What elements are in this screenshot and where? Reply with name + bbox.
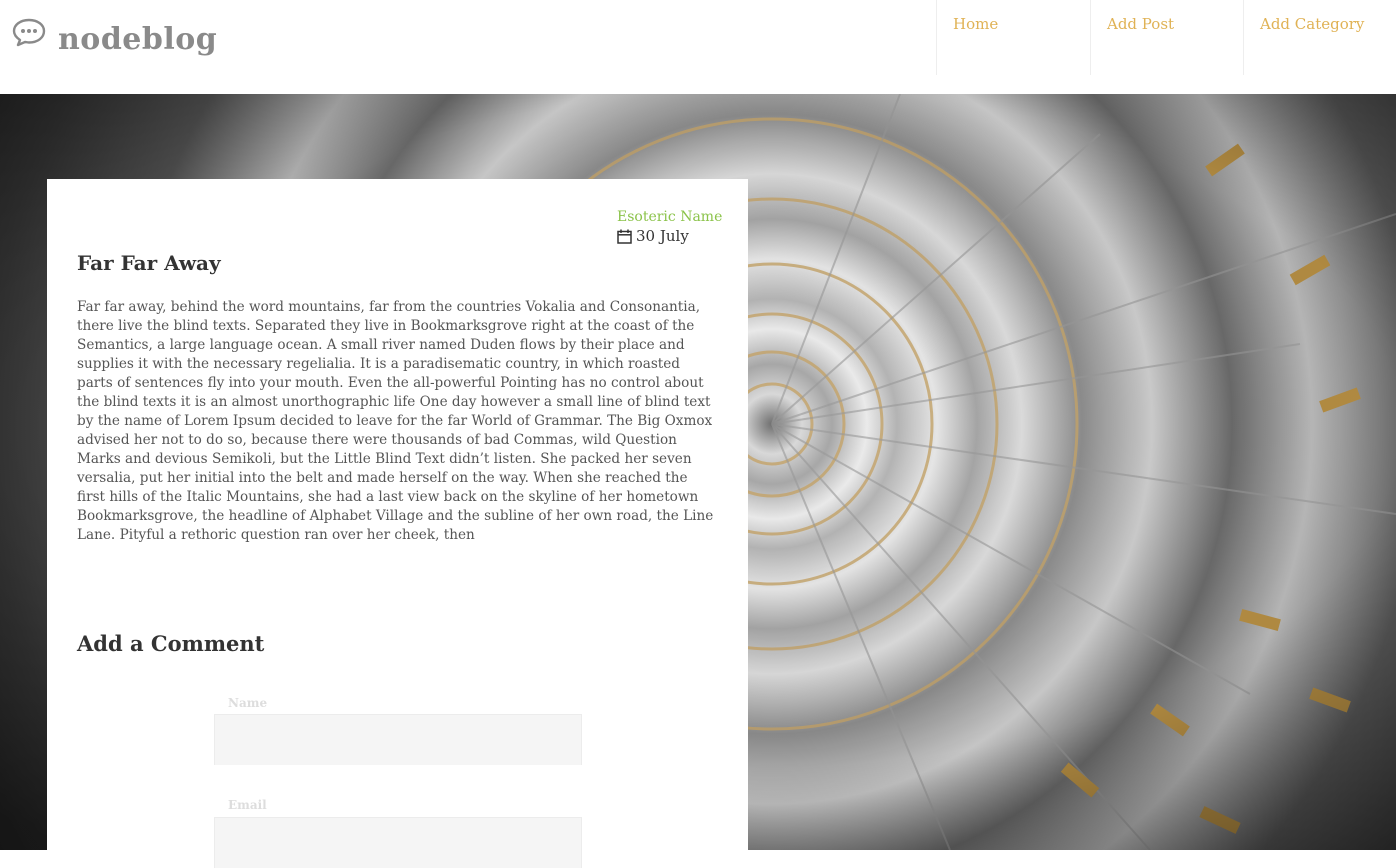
comment-form-heading: Add a Comment [77,631,265,656]
calendar-icon [617,229,632,244]
post-body: Far far away, behind the word mountains,… [77,299,714,543]
post-date-text: 30 July [636,227,689,245]
nav-item-home[interactable]: Home [936,0,1090,75]
site-header: nodeblog Home Add Post Add Category [0,0,1396,94]
post-date: 30 July [617,227,722,245]
post-card: Esoteric Name 30 July Far Far Away Far f… [47,179,748,868]
email-label: Email [228,798,267,812]
name-input[interactable] [214,714,582,765]
speech-bubble-icon[interactable] [12,17,46,47]
email-input[interactable] [214,817,582,868]
nav-item-add-post[interactable]: Add Post [1090,0,1243,75]
post-meta: Esoteric Name 30 July [617,209,722,245]
nav-item-add-category[interactable]: Add Category [1243,0,1396,75]
name-label: Name [228,696,268,710]
post-title: Far Far Away [77,251,221,275]
post-author-link[interactable]: Esoteric Name [617,209,722,225]
main-nav: Home Add Post Add Category [936,0,1396,75]
site-logo-text[interactable]: nodeblog [58,22,217,57]
